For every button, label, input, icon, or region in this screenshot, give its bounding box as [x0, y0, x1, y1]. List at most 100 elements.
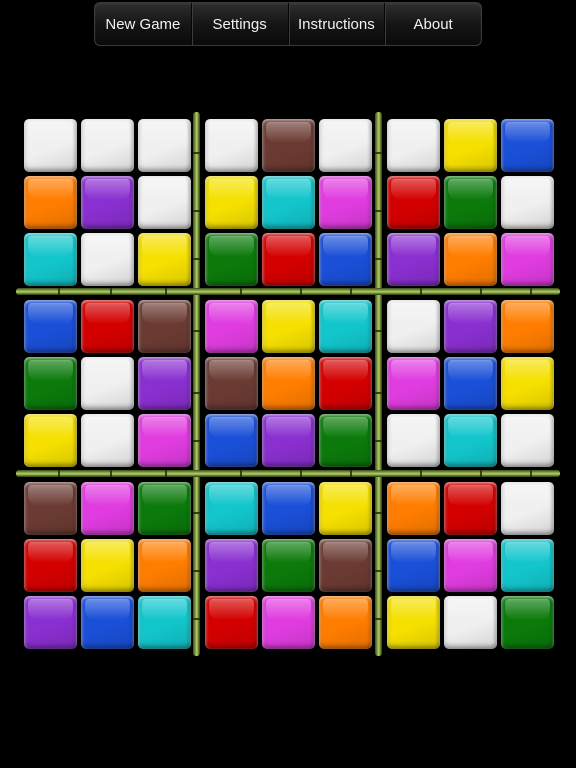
tile-cyan[interactable]	[262, 176, 315, 229]
bamboo-node	[240, 470, 242, 477]
tile-white[interactable]	[81, 414, 134, 467]
tile-white[interactable]	[501, 482, 554, 535]
tile-cyan[interactable]	[319, 300, 372, 353]
bamboo-divider-horizontal	[16, 470, 560, 477]
bamboo-node	[300, 470, 302, 477]
tile-cyan[interactable]	[444, 414, 497, 467]
bamboo-node	[375, 210, 382, 212]
tile-white[interactable]	[501, 414, 554, 467]
tile-white[interactable]	[138, 119, 191, 172]
tile-magenta[interactable]	[387, 357, 440, 410]
bamboo-node	[350, 288, 352, 295]
tile-purple[interactable]	[81, 176, 134, 229]
tile-blue[interactable]	[444, 357, 497, 410]
tile-white[interactable]	[81, 119, 134, 172]
tile-red[interactable]	[81, 300, 134, 353]
tile-purple[interactable]	[262, 414, 315, 467]
tile-green[interactable]	[444, 176, 497, 229]
tile-white[interactable]	[387, 119, 440, 172]
tile-cyan[interactable]	[138, 596, 191, 649]
tile-red[interactable]	[444, 482, 497, 535]
tile-brown[interactable]	[138, 300, 191, 353]
bamboo-node	[375, 440, 382, 442]
tile-orange[interactable]	[387, 482, 440, 535]
tile-purple[interactable]	[205, 539, 258, 592]
tile-magenta[interactable]	[501, 233, 554, 286]
bamboo-node	[420, 470, 422, 477]
tile-red[interactable]	[205, 596, 258, 649]
tile-red[interactable]	[24, 539, 77, 592]
tile-blue[interactable]	[81, 596, 134, 649]
tile-yellow[interactable]	[81, 539, 134, 592]
tile-blue[interactable]	[387, 539, 440, 592]
tile-white[interactable]	[81, 233, 134, 286]
tile-cyan[interactable]	[501, 539, 554, 592]
tile-green[interactable]	[501, 596, 554, 649]
tile-green[interactable]	[205, 233, 258, 286]
tile-magenta[interactable]	[319, 176, 372, 229]
tile-brown[interactable]	[24, 482, 77, 535]
tile-orange[interactable]	[262, 357, 315, 410]
bamboo-node	[193, 440, 200, 442]
tile-magenta[interactable]	[205, 300, 258, 353]
tile-cyan[interactable]	[205, 482, 258, 535]
tile-brown[interactable]	[205, 357, 258, 410]
bamboo-node	[530, 470, 532, 477]
tile-red[interactable]	[262, 233, 315, 286]
tile-magenta[interactable]	[444, 539, 497, 592]
tile-yellow[interactable]	[24, 414, 77, 467]
tile-brown[interactable]	[262, 119, 315, 172]
tile-purple[interactable]	[138, 357, 191, 410]
tile-green[interactable]	[319, 414, 372, 467]
tile-blue[interactable]	[205, 414, 258, 467]
tile-purple[interactable]	[24, 596, 77, 649]
bamboo-node	[165, 470, 167, 477]
tile-blue[interactable]	[24, 300, 77, 353]
tile-red[interactable]	[319, 357, 372, 410]
tile-blue[interactable]	[319, 233, 372, 286]
tile-orange[interactable]	[319, 596, 372, 649]
tile-yellow[interactable]	[138, 233, 191, 286]
bamboo-node	[480, 470, 482, 477]
tile-white[interactable]	[444, 596, 497, 649]
tile-brown[interactable]	[319, 539, 372, 592]
tile-green[interactable]	[138, 482, 191, 535]
tile-yellow[interactable]	[501, 357, 554, 410]
tile-white[interactable]	[205, 119, 258, 172]
color-sudoku-board	[0, 0, 576, 768]
tile-magenta[interactable]	[138, 414, 191, 467]
tile-yellow[interactable]	[262, 300, 315, 353]
tile-purple[interactable]	[387, 233, 440, 286]
tile-orange[interactable]	[24, 176, 77, 229]
bamboo-divider-vertical	[193, 112, 200, 656]
tile-white[interactable]	[138, 176, 191, 229]
tile-red[interactable]	[387, 176, 440, 229]
tile-yellow[interactable]	[444, 119, 497, 172]
tile-white[interactable]	[81, 357, 134, 410]
tile-yellow[interactable]	[387, 596, 440, 649]
tile-yellow[interactable]	[319, 482, 372, 535]
bamboo-node	[375, 392, 382, 394]
tile-white[interactable]	[501, 176, 554, 229]
tile-yellow[interactable]	[205, 176, 258, 229]
tile-purple[interactable]	[444, 300, 497, 353]
tile-cyan[interactable]	[24, 233, 77, 286]
tile-green[interactable]	[24, 357, 77, 410]
tile-magenta[interactable]	[81, 482, 134, 535]
tile-magenta[interactable]	[262, 596, 315, 649]
tile-blue[interactable]	[501, 119, 554, 172]
tile-orange[interactable]	[138, 539, 191, 592]
bamboo-node	[530, 288, 532, 295]
tile-green[interactable]	[262, 539, 315, 592]
bamboo-node	[193, 330, 200, 332]
bamboo-node	[110, 288, 112, 295]
tile-white[interactable]	[24, 119, 77, 172]
bamboo-node	[193, 210, 200, 212]
bamboo-node	[193, 152, 200, 154]
tile-blue[interactable]	[262, 482, 315, 535]
tile-white[interactable]	[319, 119, 372, 172]
tile-orange[interactable]	[501, 300, 554, 353]
tile-orange[interactable]	[444, 233, 497, 286]
tile-white[interactable]	[387, 300, 440, 353]
tile-white[interactable]	[387, 414, 440, 467]
